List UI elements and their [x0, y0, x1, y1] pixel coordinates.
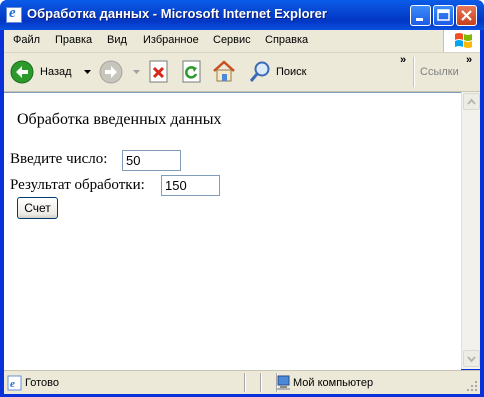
- menu-tools[interactable]: Сервис: [213, 34, 251, 46]
- menu-file[interactable]: Файл: [13, 34, 40, 46]
- maximize-button[interactable]: [433, 5, 454, 26]
- back-arrow-icon: [10, 60, 34, 84]
- back-button[interactable]: Назад: [10, 60, 94, 84]
- result-input[interactable]: [161, 175, 220, 196]
- browser-window: Обработка данных - Microsoft Internet Ex…: [0, 0, 484, 397]
- number-input[interactable]: [122, 150, 181, 171]
- svg-text:e: e: [10, 378, 15, 390]
- toolbar-chevron[interactable]: »: [400, 54, 406, 66]
- page-heading: Обработка введенных данных: [17, 111, 222, 128]
- minimize-button[interactable]: [410, 5, 431, 26]
- minimize-icon: [416, 18, 423, 21]
- menu-favorites[interactable]: Избранное: [143, 34, 199, 46]
- number-label: Введите число:: [10, 151, 108, 167]
- resize-grip[interactable]: [466, 380, 478, 392]
- status-text: Готово: [25, 377, 59, 389]
- window-title: Обработка данных - Microsoft Internet Ex…: [27, 6, 327, 21]
- menu-view[interactable]: Вид: [107, 34, 127, 46]
- forward-arrow-icon: [99, 60, 123, 84]
- search-label: Поиск: [276, 66, 307, 78]
- status-divider: [244, 373, 246, 392]
- status-bar: e Готово Мой компьютер: [4, 370, 480, 394]
- close-icon: [461, 10, 472, 21]
- zone-text: Мой компьютер: [293, 377, 374, 389]
- refresh-icon[interactable]: [181, 60, 203, 84]
- menu-edit[interactable]: Правка: [55, 34, 92, 46]
- menu-bar: Файл Правка Вид Избранное Сервис Справка: [4, 30, 480, 53]
- links-chevron[interactable]: »: [466, 54, 472, 66]
- toolbar: Назад Поиск » Ссылки »: [4, 53, 480, 92]
- page-icon: e: [7, 375, 22, 391]
- close-button[interactable]: [456, 5, 477, 26]
- chevron-down-icon[interactable]: [133, 70, 141, 76]
- chevron-down-icon: [467, 356, 476, 363]
- chevron-down-icon[interactable]: [84, 70, 92, 76]
- stop-icon[interactable]: [148, 60, 170, 84]
- vertical-scrollbar[interactable]: [461, 92, 480, 369]
- links-label[interactable]: Ссылки: [420, 66, 459, 78]
- search-icon: [249, 61, 270, 82]
- search-button[interactable]: Поиск: [248, 60, 310, 84]
- title-bar[interactable]: Обработка данных - Microsoft Internet Ex…: [0, 0, 484, 30]
- chevron-up-icon: [467, 98, 476, 105]
- windows-flag-icon: [443, 30, 480, 52]
- page-content: Обработка введенных данных Введите число…: [4, 92, 461, 370]
- scroll-up-button[interactable]: [463, 93, 480, 110]
- scroll-down-button[interactable]: [463, 350, 480, 367]
- back-label: Назад: [40, 66, 72, 78]
- result-label: Результат обработки:: [10, 177, 145, 193]
- ie-logo-icon: [6, 5, 22, 23]
- computer-icon: [277, 375, 290, 390]
- home-icon[interactable]: [211, 58, 237, 84]
- forward-button[interactable]: [99, 60, 143, 84]
- menu-help[interactable]: Справка: [265, 34, 308, 46]
- status-divider: [260, 373, 262, 392]
- toolbar-divider: [413, 57, 415, 87]
- compute-button[interactable]: Счет: [17, 197, 58, 219]
- maximize-icon: [437, 9, 450, 21]
